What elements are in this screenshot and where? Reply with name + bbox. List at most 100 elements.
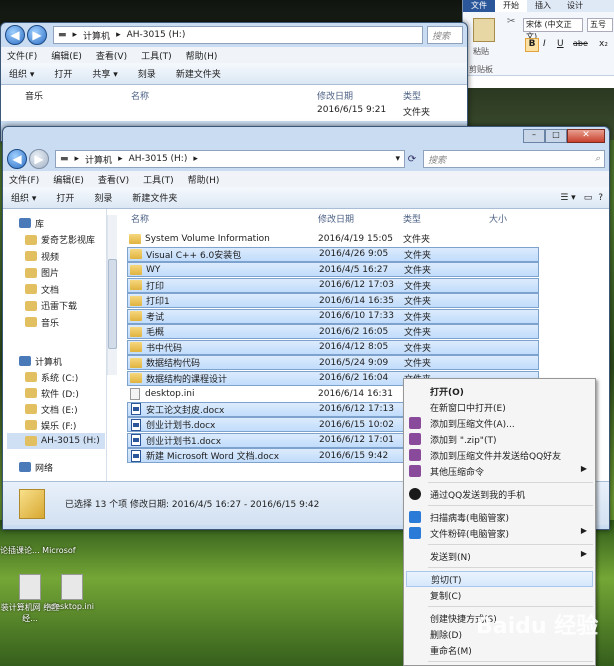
close-button[interactable]: ✕ (567, 129, 605, 143)
breadcrumb-drive[interactable]: AH-3015 (H:) (129, 154, 188, 164)
file-row[interactable]: WY 2016/4/5 16:27 文件夹 (127, 262, 539, 277)
refresh-icon[interactable]: ⟳ (405, 154, 419, 165)
paste-label[interactable]: 粘贴 (473, 46, 489, 57)
context-menu-item[interactable]: 通过QQ发送到我的手机 (404, 486, 595, 502)
menu-help[interactable]: 帮助(H) (188, 173, 220, 186)
back-address-bar[interactable]: ▬ ▸ 计算机 ▸ AH-3015 (H:) (53, 26, 423, 44)
nav-item[interactable]: 系统 (C:) (25, 369, 78, 385)
nav-item[interactable]: 音乐 (25, 314, 59, 330)
nav-item[interactable]: 娱乐 (F:) (25, 417, 76, 433)
nav-item[interactable]: AH-3015 (H:) (7, 433, 105, 449)
word-tab-design[interactable]: 设计 (559, 0, 591, 12)
word-tabs: 文件 开始 插入 设计 (463, 0, 614, 12)
file-row[interactable]: 考试 2016/6/10 17:33 文件夹 (127, 308, 539, 324)
font-size-select[interactable]: 五号 (587, 18, 613, 32)
context-menu-item[interactable]: 重命名(M) (404, 642, 595, 658)
file-row[interactable]: 打印 2016/6/12 17:03 文件夹 (127, 277, 539, 293)
word-tab-insert[interactable]: 插入 (527, 0, 559, 12)
file-row[interactable]: 数据结构代码 2016/5/24 9:09 文件夹 (127, 355, 539, 370)
nav-item[interactable]: 文档 (E:) (25, 401, 78, 417)
forward-button[interactable]: ▶ (29, 149, 49, 169)
minimize-button[interactable]: – (523, 129, 545, 143)
col-size[interactable]: 大小 (489, 209, 507, 227)
word-tab-start[interactable]: 开始 (495, 0, 527, 12)
cut-icon[interactable]: ✂ (507, 16, 515, 27)
shield-icon (409, 511, 421, 523)
nav-item[interactable]: 软件 (D:) (25, 385, 79, 401)
file-type: 文件夹 (404, 281, 432, 292)
maximize-button[interactable]: □ (545, 129, 567, 143)
new-folder-button[interactable]: 新建文件夹 (132, 191, 177, 204)
menu-tools[interactable]: 工具(T) (143, 173, 174, 186)
context-menu-item[interactable]: 文件粉碎(电脑管家) ▶ (404, 525, 595, 541)
menu-view[interactable]: 查看(V) (98, 173, 129, 186)
back-button[interactable]: ◀ (7, 149, 27, 169)
nav-item-music[interactable]: 音乐 (25, 89, 43, 102)
file-row[interactable]: 打印1 2016/6/14 16:35 文件夹 (127, 293, 539, 308)
word-tab-file[interactable]: 文件 (463, 0, 495, 12)
nav-item[interactable]: 文档 (25, 281, 59, 297)
col-type[interactable]: 类型 (403, 209, 421, 227)
italic-button[interactable]: I (543, 39, 546, 49)
document-icon (19, 574, 41, 600)
nav-item[interactable]: 迅雷下载 (25, 298, 77, 314)
context-menu-item[interactable]: 添加到 ".zip"(T) (404, 431, 595, 447)
file-row[interactable]: Visual C++ 6.0安装包 2016/4/26 9:05 文件夹 (127, 246, 539, 262)
menu-file[interactable]: 文件(F) (9, 173, 39, 186)
context-menu-item[interactable]: 复制(C) (404, 587, 595, 603)
settings-file-icon (61, 574, 83, 600)
preview-pane-icon[interactable]: ▭ (584, 193, 593, 203)
col-name[interactable]: 名称 (131, 89, 149, 102)
subscript-button[interactable]: x₂ (599, 39, 608, 49)
nav-item[interactable]: 网络 (19, 459, 53, 475)
nav-scrollbar-thumb[interactable] (108, 259, 117, 349)
open-button[interactable]: 打开 (56, 191, 74, 204)
folder-icon (130, 326, 142, 337)
search-icon[interactable]: ⌕ (595, 154, 600, 164)
word-doc-icon (131, 403, 141, 415)
nav-item[interactable]: 计算机 (19, 353, 62, 369)
address-bar[interactable]: ▬ ▸ 计算机 ▸ AH-3015 (H:) ▸ ▾ (55, 150, 405, 168)
search-input[interactable]: 搜索 ⌕ (423, 150, 605, 168)
context-menu-item[interactable]: 扫描病毒(电脑管家) (404, 509, 595, 525)
context-menu-item[interactable]: 添加到压缩文件(A)... (404, 415, 595, 431)
help-icon[interactable]: ? (598, 193, 603, 203)
back-menubar: 文件(F) 编辑(E) 查看(V) 工具(T) 帮助(H) (1, 47, 467, 63)
forward-button[interactable]: ▶ (27, 25, 47, 45)
folder-icon (25, 251, 37, 261)
breadcrumb-computer[interactable]: 计算机 (85, 153, 112, 166)
organize-button[interactable]: 组织 ▾ (11, 191, 36, 204)
back-button[interactable]: ◀ (5, 25, 25, 45)
col-name[interactable]: 名称 (131, 209, 149, 227)
view-options-icon[interactable]: ☰ ▾ (560, 193, 575, 203)
file-row[interactable]: System Volume Information 2016/4/19 15:05… (127, 231, 539, 246)
paste-icon[interactable] (473, 18, 495, 42)
context-menu-item[interactable]: 在新窗口中打开(E) (404, 399, 595, 415)
file-date: 2016/6/10 17:33 (319, 311, 394, 321)
strike-button[interactable]: abe (573, 39, 588, 48)
desktop-icon-ini[interactable]: desktop.ini (42, 574, 102, 611)
address-dropdown-icon[interactable]: ▾ (395, 154, 400, 164)
context-menu-item[interactable]: 发送到(N) ▶ (404, 548, 595, 564)
menubar: 文件(F) 编辑(E) 查看(V) 工具(T) 帮助(H) (3, 171, 609, 187)
menu-edit[interactable]: 编辑(E) (53, 173, 84, 186)
underline-button[interactable]: U (557, 39, 564, 49)
col-date[interactable]: 修改日期 (317, 89, 353, 102)
nav-scrollbar[interactable] (107, 215, 117, 375)
col-date[interactable]: 修改日期 (318, 209, 354, 227)
col-type[interactable]: 类型 (403, 89, 421, 102)
nav-item[interactable]: 爱奇艺影视库 (25, 232, 95, 248)
nav-item[interactable]: 库 (19, 215, 44, 231)
nav-item[interactable]: 图片 (25, 265, 59, 281)
context-menu-item[interactable]: 添加到压缩文件并发送给QQ好友 (404, 447, 595, 463)
context-menu-item[interactable]: 打开(O) (404, 383, 595, 399)
file-row[interactable]: 书中代码 2016/4/12 8:05 文件夹 (127, 339, 539, 355)
burn-button[interactable]: 刻录 (94, 191, 112, 204)
nav-item[interactable]: 视频 (25, 248, 59, 264)
context-menu-item[interactable]: 其他压缩命令 ▶ (404, 463, 595, 479)
bold-button[interactable]: B (525, 38, 539, 52)
context-menu-item[interactable]: 剪切(T) (406, 571, 593, 587)
back-search-input[interactable]: 搜索 (427, 26, 463, 44)
font-name-select[interactable]: 宋体 (中文正文) (523, 18, 583, 41)
file-row[interactable]: 毛概 2016/6/2 16:05 文件夹 (127, 324, 539, 339)
